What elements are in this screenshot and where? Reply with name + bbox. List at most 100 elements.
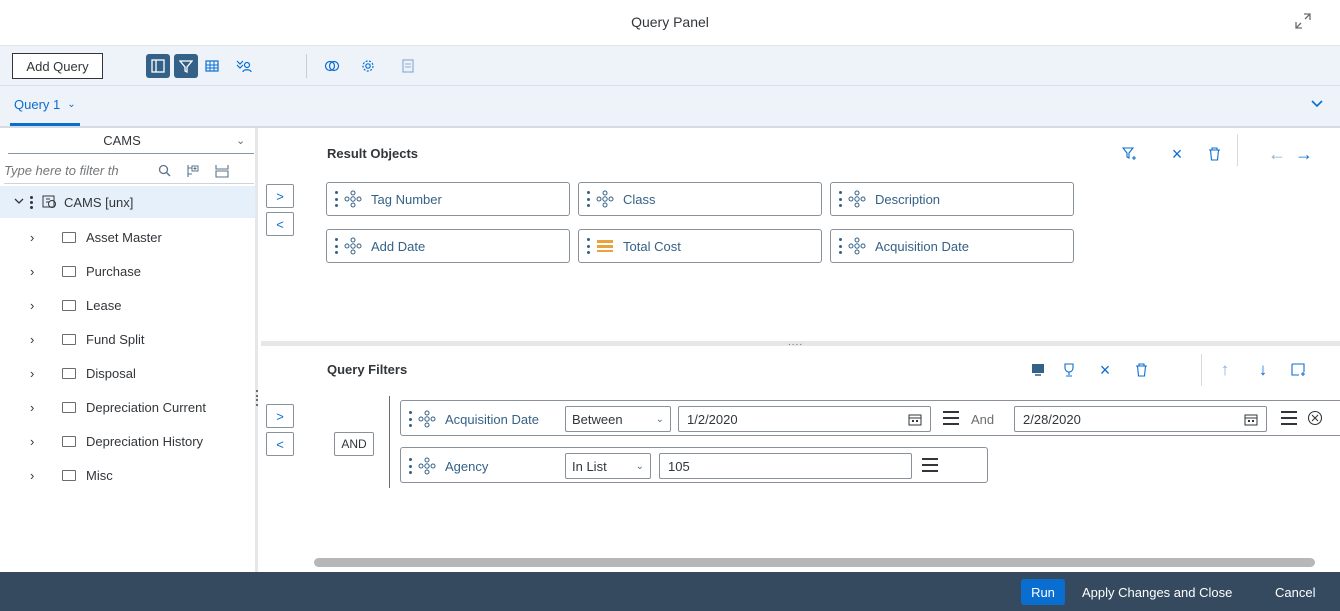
folder-icon [62,231,76,243]
add-to-filters-button[interactable]: > [266,404,294,428]
result-object-chip[interactable]: Total Cost [578,229,822,263]
combined-query-icon[interactable] [320,54,344,78]
side-panel-icon[interactable] [146,54,170,78]
tree-folder-misc[interactable]: › Misc [0,458,255,492]
apply-and-close-button[interactable]: Apply Changes and Close [1082,579,1232,605]
object-label: Acquisition Date [875,238,969,254]
query-filters-title: Query Filters [327,362,408,377]
calendar-icon[interactable] [1244,413,1258,426]
filter-object[interactable]: Acquisition Date [409,406,539,432]
filter-icon[interactable] [174,54,198,78]
folder-icon [62,333,76,345]
operator-select[interactable]: In List ⌄ [565,453,651,479]
filter-row-agency: Agency In List ⌄ 105 [400,447,988,483]
dimension-icon [848,237,866,255]
start-date-value: 1/2/2020 [687,411,738,427]
horizontal-scrollbar[interactable] [314,558,1315,567]
drag-handle-icon[interactable] [409,458,413,474]
tree-folder-purchase[interactable]: › Purchase [0,254,255,288]
tab-query-1[interactable]: Query 1 ⌄ [10,86,80,126]
folder-label: Depreciation History [86,433,204,449]
value-menu-icon[interactable] [943,411,959,425]
chevron-right-icon[interactable]: › [30,264,52,279]
chevron-right-icon[interactable]: › [30,298,52,313]
data-source-icon[interactable] [232,54,256,78]
remove-from-filters-button[interactable]: < [266,432,294,456]
result-object-chip[interactable]: Description [830,182,1074,216]
and-operator-button[interactable]: AND [334,432,374,456]
tree-folder-depreciation-current[interactable]: › Depreciation Current [0,390,255,424]
calendar-icon[interactable] [908,413,922,426]
cancel-button[interactable]: Cancel [1275,579,1315,605]
trash-icon[interactable] [1130,358,1152,382]
section-separator [1237,134,1238,166]
result-object-chip[interactable]: Tag Number [326,182,570,216]
value-menu-icon[interactable] [1281,411,1297,425]
chevron-right-icon[interactable]: › [30,400,52,415]
tree-folder-disposal[interactable]: › Disposal [0,356,255,390]
chevron-down-icon: ⌄ [635,460,644,472]
chevron-right-icon[interactable]: › [30,366,52,381]
filter-object[interactable]: Agency [409,453,488,479]
fullscreen-icon[interactable] [1294,12,1312,30]
add-to-results-button[interactable]: > [266,184,294,208]
drag-handle-icon[interactable] [839,191,843,207]
remove-icon[interactable]: × [1094,358,1116,382]
list-value-input[interactable]: 105 [659,453,912,479]
tree-folder-fund-split[interactable]: › Fund Split [0,322,255,356]
gear-icon[interactable] [356,54,380,78]
tree-folder-lease[interactable]: › Lease [0,288,255,322]
panel-resize-handle[interactable] [256,390,260,406]
chevron-right-icon[interactable]: › [30,230,52,245]
remove-icon[interactable]: × [1166,142,1188,166]
add-query-button[interactable]: Add Query [12,53,103,79]
end-date-input[interactable]: 2/28/2020 [1014,406,1267,432]
prompt-icon[interactable] [1058,358,1080,382]
drag-handle-icon[interactable] [587,238,591,254]
universe-select[interactable]: CAMS ⌄ [8,128,254,154]
drag-handle-icon[interactable] [30,195,34,209]
collapse-all-icon[interactable] [210,164,234,178]
toolbar-separator [306,54,307,78]
tree-folder-asset-master[interactable]: › Asset Master [0,220,255,254]
predefined-filter-icon[interactable] [1027,358,1049,382]
tree-folder-depreciation-history[interactable]: › Depreciation History [0,424,255,458]
trash-icon[interactable] [1203,142,1225,166]
object-filter-input[interactable]: Type here to filter th [4,158,254,184]
collapse-chevron-icon[interactable] [1310,98,1324,108]
result-object-chip[interactable]: Acquisition Date [830,229,1074,263]
result-object-chip[interactable]: Add Date [326,229,570,263]
table-icon[interactable] [200,54,224,78]
tree-root-universe[interactable]: CAMS [unx] [0,186,255,218]
operator-select[interactable]: Between ⌄ [565,406,671,432]
drag-handle-icon[interactable] [839,238,843,254]
expand-all-icon[interactable] [180,164,204,178]
search-icon[interactable] [152,164,176,177]
add-subquery-icon[interactable] [1288,358,1310,382]
folder-icon [62,435,76,447]
remove-from-results-button[interactable]: < [266,212,294,236]
drag-handle-icon[interactable] [335,191,339,207]
remove-filter-icon[interactable] [1307,410,1323,426]
chevron-right-icon[interactable]: › [30,434,52,449]
drag-handle-icon[interactable] [335,238,339,254]
tree-root-label: CAMS [unx] [64,194,134,210]
start-date-input[interactable]: 1/2/2020 [678,406,931,432]
run-button[interactable]: Run [1021,579,1065,605]
object-label: Description [875,191,941,207]
arrow-right-icon[interactable]: → [1293,142,1315,166]
result-object-chip[interactable]: Class [578,182,822,216]
add-filter-icon[interactable] [1119,142,1141,166]
drag-handle-icon[interactable] [587,191,591,207]
query-filters-section: Query Filters × ↑ ↓ > < AND Acquisition … [261,346,1340,572]
dialog-title: Query Panel [631,14,709,30]
chevron-right-icon[interactable]: › [30,332,52,347]
arrow-down-icon[interactable]: ↓ [1252,358,1274,382]
filter-row-acquisition-date: Acquisition Date Between ⌄ 1/2/2020 And … [400,400,1340,436]
chevron-down-icon[interactable] [14,198,24,206]
dimension-icon [344,237,362,255]
drag-handle-icon[interactable] [409,411,413,427]
value-menu-icon[interactable] [922,458,938,472]
chevron-right-icon[interactable]: › [30,468,52,483]
folder-icon [62,265,76,277]
